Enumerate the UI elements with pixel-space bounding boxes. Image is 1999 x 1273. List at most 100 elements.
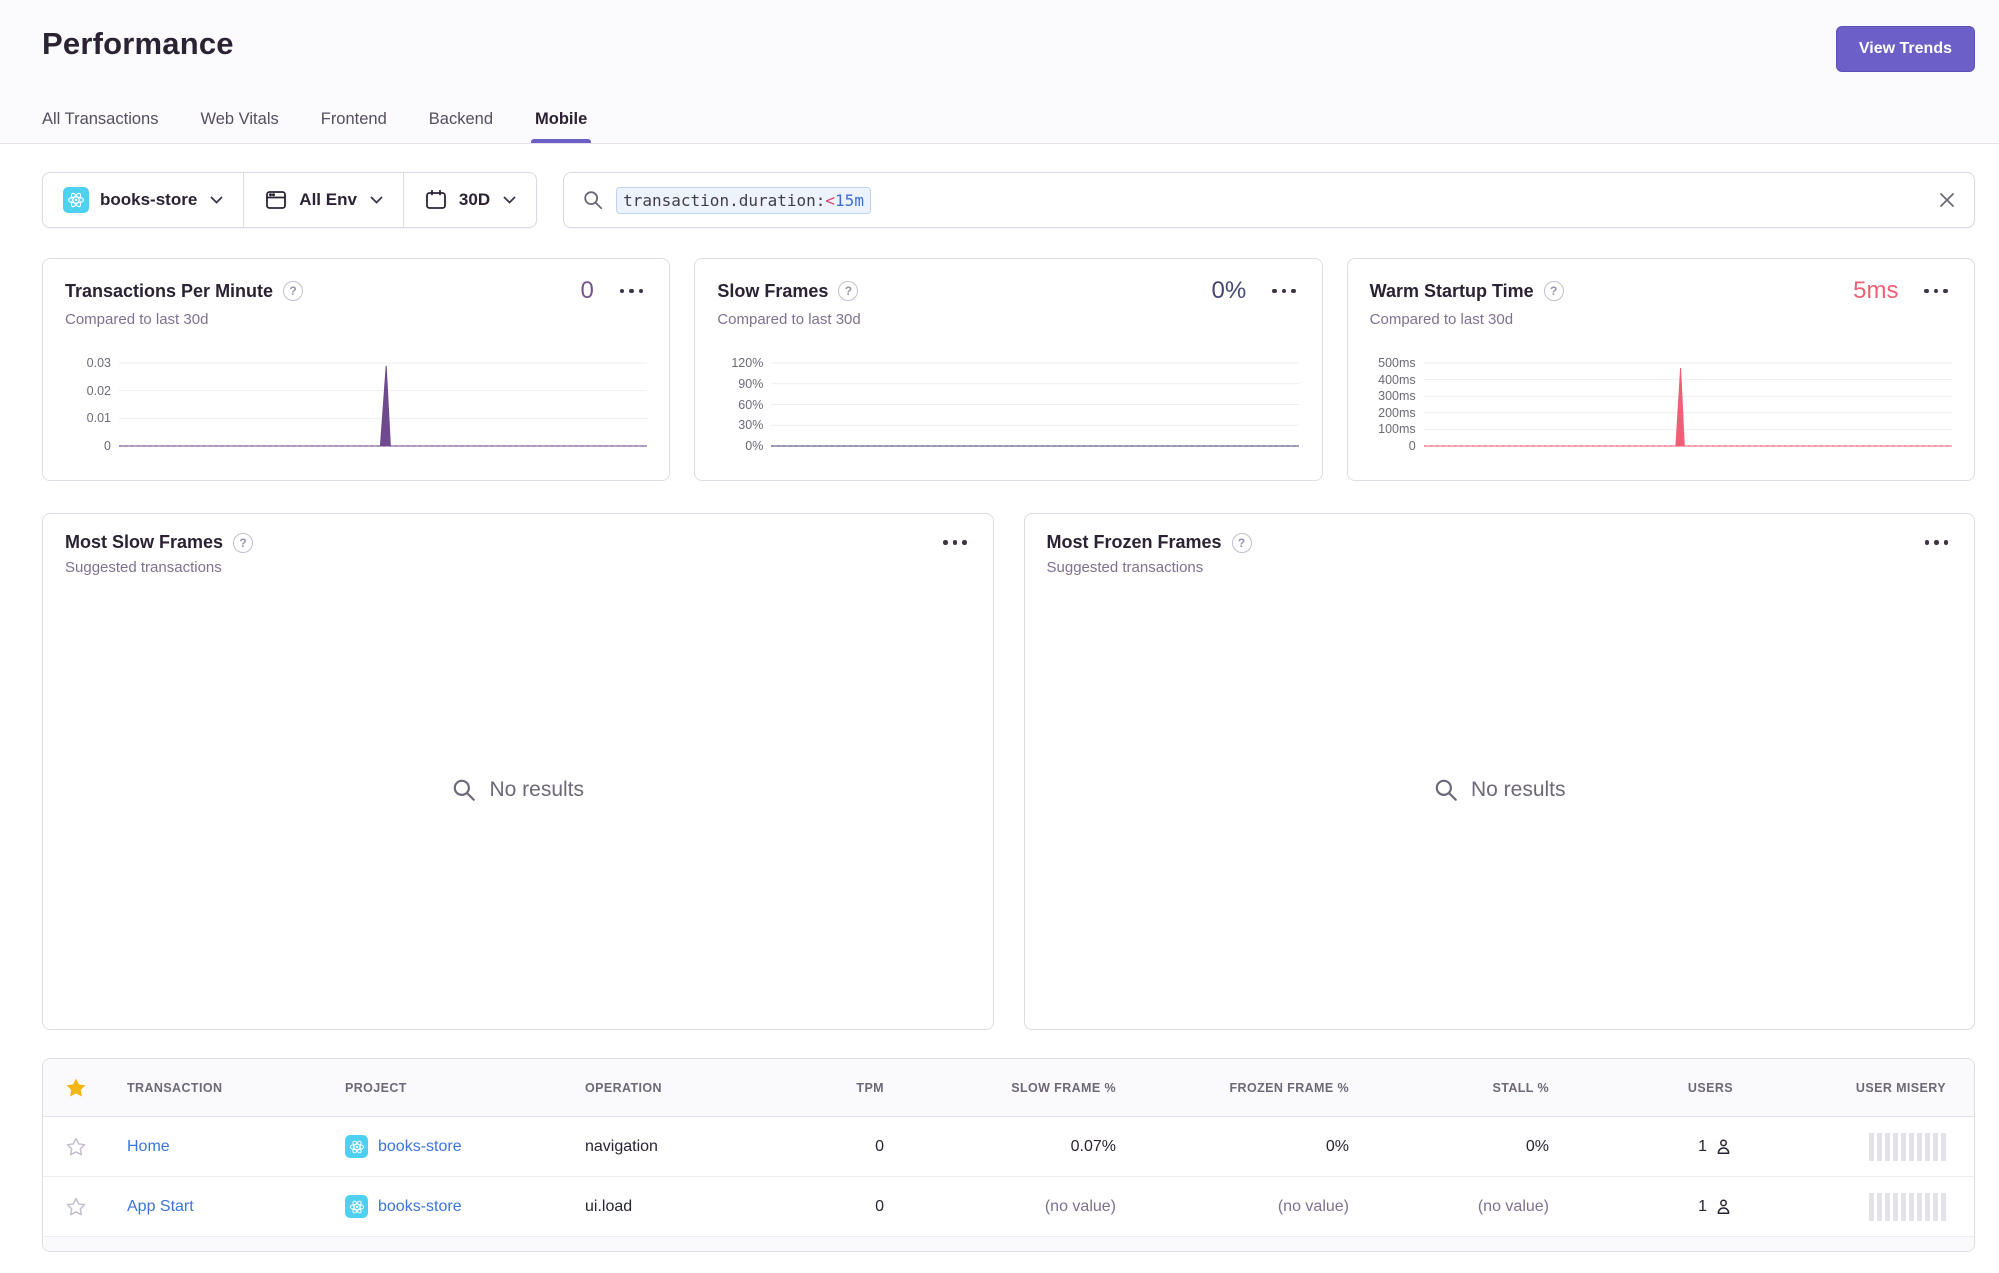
- view-trends-button[interactable]: View Trends: [1836, 26, 1975, 72]
- panel-title: Most Frozen Frames: [1047, 532, 1222, 553]
- user-misery-score-bar: [1869, 1133, 1946, 1161]
- metric-value: 5ms: [1853, 277, 1898, 305]
- y-axis-tick-label: 0.01: [51, 410, 111, 426]
- transactions-per-minute-card: Transactions Per Minute ? 0 Compared to …: [42, 258, 670, 481]
- column-header[interactable]: FROZEN FRAME %: [1128, 1081, 1361, 1095]
- operation-cell: navigation: [573, 1138, 803, 1156]
- user-misery-cell: [1745, 1133, 1974, 1161]
- transaction-link[interactable]: App Start: [127, 1198, 194, 1216]
- operation-cell: ui.load: [573, 1198, 803, 1216]
- chevron-down-icon: [370, 196, 383, 205]
- date-range-dropdown[interactable]: 30D: [404, 173, 536, 227]
- tab-all-transactions[interactable]: All Transactions: [42, 110, 158, 143]
- sparkline-svg: [771, 356, 1299, 454]
- react-project-icon: [345, 1135, 368, 1158]
- search-input[interactable]: transaction.duration:<15m: [563, 172, 1975, 228]
- tab-web-vitals[interactable]: Web Vitals: [200, 110, 278, 143]
- metric-cards: Transactions Per Minute ? 0 Compared to …: [42, 258, 1975, 481]
- column-header[interactable]: USER MISERY: [1745, 1081, 1974, 1095]
- card-subtitle: Compared to last 30d: [717, 311, 1299, 328]
- chevron-down-icon: [503, 196, 516, 205]
- users-cell: 1: [1561, 1197, 1745, 1216]
- page-content: books-store All Env 3: [0, 144, 1999, 1252]
- column-header[interactable]: OPERATION: [573, 1081, 803, 1095]
- tpm-cell: 0: [803, 1198, 896, 1216]
- sparkline-svg: [1424, 356, 1952, 454]
- help-icon[interactable]: ?: [838, 281, 858, 301]
- column-header[interactable]: SLOW FRAME %: [896, 1081, 1128, 1095]
- react-project-icon: [63, 187, 89, 213]
- environment-filter-dropdown[interactable]: All Env: [244, 173, 403, 227]
- chevron-down-icon: [210, 196, 223, 205]
- tab-frontend[interactable]: Frontend: [321, 110, 387, 143]
- y-axis-tick-label: 0: [51, 438, 111, 454]
- card-subtitle: Compared to last 30d: [1370, 311, 1952, 328]
- environment-filter-label: All Env: [299, 190, 357, 210]
- y-axis-tick-label: 0%: [703, 438, 763, 454]
- project-link[interactable]: books-store: [378, 1138, 462, 1156]
- performance-tabs: All Transactions Web Vitals Frontend Backen…: [42, 110, 1975, 143]
- help-icon[interactable]: ?: [283, 281, 303, 301]
- overflow-menu-button[interactable]: [1268, 285, 1300, 298]
- panel-subtitle: Suggested transactions: [65, 559, 971, 576]
- user-icon: [1714, 1197, 1733, 1216]
- help-icon[interactable]: ?: [1232, 533, 1252, 553]
- project-link[interactable]: books-store: [378, 1198, 462, 1216]
- overflow-menu-button[interactable]: [1921, 536, 1953, 549]
- empty-state: No results: [1047, 576, 1953, 1003]
- star-toggle[interactable]: [43, 1136, 107, 1158]
- no-results-text: No results: [489, 778, 584, 802]
- panel-title: Most Slow Frames: [65, 532, 223, 553]
- user-misery-score-bar: [1869, 1193, 1946, 1221]
- star-column-header[interactable]: [43, 1077, 107, 1099]
- table-row: App Startbooks-storeui.load0(no value)(n…: [43, 1177, 1974, 1237]
- search-icon: [451, 777, 477, 803]
- page-filter-bar: books-store All Env 3: [42, 172, 537, 228]
- card-subtitle: Compared to last 30d: [65, 311, 647, 328]
- slow-frames-sparkline-chart: 120%90%60%30%0%: [717, 356, 1299, 454]
- transaction-link[interactable]: Home: [127, 1138, 170, 1156]
- project-filter-dropdown[interactable]: books-store: [43, 173, 243, 227]
- y-axis-tick-label: 60%: [703, 397, 763, 413]
- help-icon[interactable]: ?: [233, 533, 253, 553]
- warm-startup-time-card: Warm Startup Time ? 5ms Compared to last…: [1347, 258, 1975, 481]
- overflow-menu-button[interactable]: [939, 536, 971, 549]
- tpm-sparkline-chart: 0.030.020.010: [65, 356, 647, 454]
- column-header[interactable]: TPM: [803, 1081, 896, 1095]
- empty-state: No results: [65, 576, 971, 1003]
- overflow-menu-button[interactable]: [616, 285, 648, 298]
- environment-icon: [264, 188, 288, 212]
- column-header[interactable]: STALL %: [1361, 1081, 1561, 1095]
- clear-search-icon[interactable]: [1938, 191, 1956, 209]
- y-axis-tick-label: 300ms: [1356, 388, 1416, 404]
- star-filled-icon: [65, 1077, 87, 1099]
- column-header[interactable]: TRANSACTION: [107, 1081, 333, 1095]
- most-slow-frames-panel: Most Slow Frames ? Suggested transaction…: [42, 513, 994, 1030]
- star-outline-icon: [65, 1196, 87, 1218]
- column-header[interactable]: PROJECT: [333, 1081, 573, 1095]
- sparkline-svg: [119, 356, 647, 454]
- frozen-frame-cell: 0%: [1128, 1138, 1361, 1156]
- card-title: Warm Startup Time: [1370, 281, 1534, 302]
- table-row: Homebooks-storenavigation00.07%0%0%1: [43, 1117, 1974, 1177]
- y-axis-tick-label: 0: [1356, 438, 1416, 454]
- user-icon: [1714, 1137, 1733, 1156]
- tab-backend[interactable]: Backend: [429, 110, 493, 143]
- column-header[interactable]: USERS: [1561, 1081, 1745, 1095]
- card-title: Transactions Per Minute: [65, 281, 273, 302]
- star-toggle[interactable]: [43, 1196, 107, 1218]
- table-footer: [43, 1237, 1974, 1251]
- user-misery-cell: [1745, 1193, 1974, 1221]
- slow-frames-card: Slow Frames ? 0% Compared to last 30d 12…: [694, 258, 1322, 481]
- slow-frame-cell: 0.07%: [896, 1138, 1128, 1156]
- page-header: Performance View Trends All Transactions…: [0, 0, 1999, 144]
- y-axis-tick-label: 100ms: [1356, 421, 1416, 437]
- tpm-cell: 0: [803, 1138, 896, 1156]
- stall-cell: 0%: [1361, 1138, 1561, 1156]
- tab-mobile[interactable]: Mobile: [535, 110, 587, 143]
- overflow-menu-button[interactable]: [1920, 285, 1952, 298]
- help-icon[interactable]: ?: [1544, 281, 1564, 301]
- search-filter-token[interactable]: transaction.duration:<15m: [616, 187, 871, 214]
- warm-startup-sparkline-chart: 500ms400ms300ms200ms100ms0: [1370, 356, 1952, 454]
- y-axis-tick-label: 400ms: [1356, 372, 1416, 388]
